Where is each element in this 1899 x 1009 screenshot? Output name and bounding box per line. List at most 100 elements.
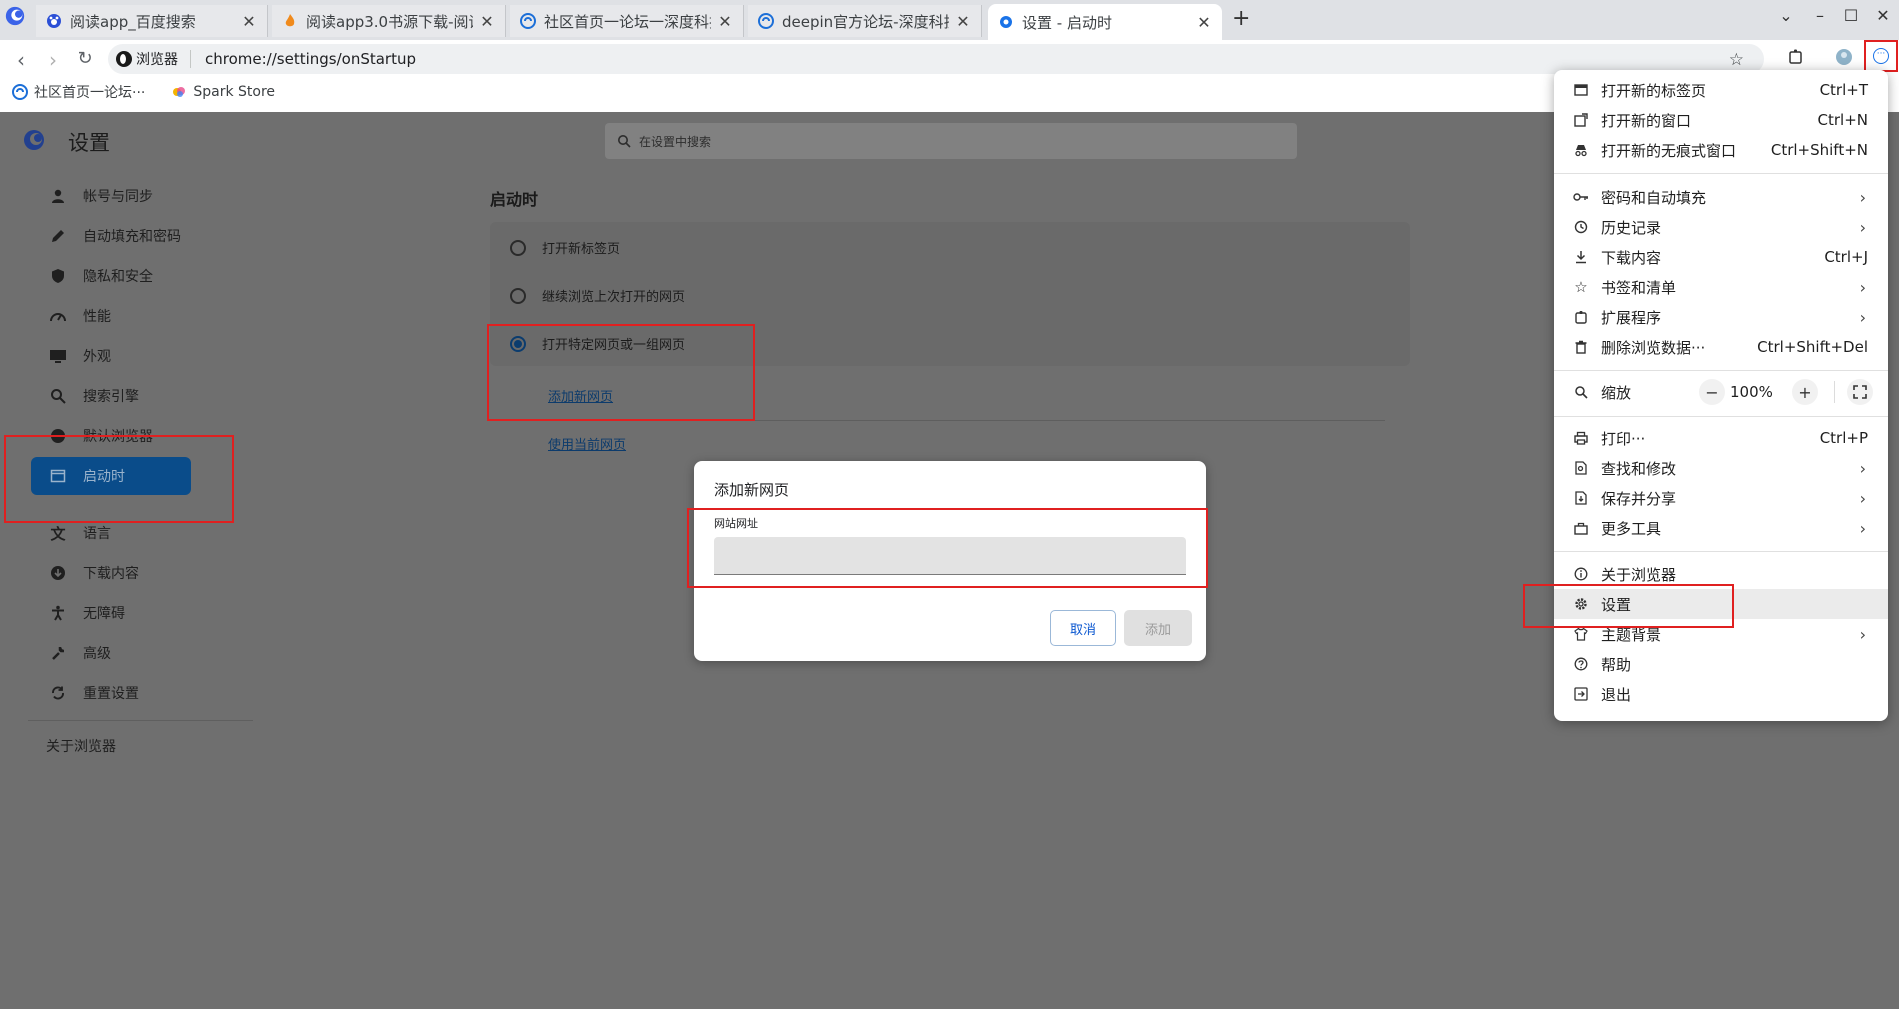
cancel-button[interactable]: 取消 [1050, 610, 1116, 646]
menu-shortcut: Ctrl+J [1824, 248, 1868, 266]
zoom-out-button[interactable]: − [1699, 379, 1725, 405]
menu-item-exit[interactable]: 退出 [1554, 679, 1888, 709]
key-icon [1573, 189, 1589, 205]
menu-item-clear-data[interactable]: 删除浏览数据··· Ctrl+Shift+Del [1554, 332, 1888, 362]
search-icon [48, 386, 68, 406]
menu-item-more-tools[interactable]: 更多工具 › [1554, 513, 1888, 543]
menu-item-passwords[interactable]: 密码和自动填充 › [1554, 182, 1888, 212]
menu-item-zoom: 缩放 − 100% + [1554, 377, 1888, 407]
menu-item-save-share[interactable]: 保存并分享 › [1554, 483, 1888, 513]
startup-option-new-tab[interactable]: 打开新标签页 [510, 238, 620, 257]
zoom-divider [1834, 381, 1835, 403]
menu-item-label: 缩放 [1601, 383, 1632, 402]
sidebar-item-performance[interactable]: 性能 [31, 297, 191, 335]
tab-deepin-forum[interactable]: deepin官方论坛-深度科技 ✕ [748, 5, 982, 37]
browser-menu-button[interactable]: ··· [1864, 40, 1898, 72]
tab-list-chevron-icon[interactable]: ⌄ [1774, 6, 1798, 25]
bookmarks-bar: 社区首页一论坛··· Spark Store [0, 78, 289, 106]
bookmark-deepin-community[interactable]: 社区首页一论坛··· [12, 82, 145, 102]
sidebar-item-accessibility[interactable]: 无障碍 [31, 594, 191, 632]
tab-label: 阅读app3.0书源下载-阅读 [306, 12, 473, 31]
menu-item-new-tab[interactable]: 打开新的标签页 Ctrl+T [1554, 75, 1888, 105]
url-text[interactable]: chrome://settings/onStartup [205, 50, 416, 68]
search-placeholder: 在设置中搜索 [639, 134, 712, 149]
menu-item-extensions[interactable]: 扩展程序 › [1554, 302, 1888, 332]
shield-icon [48, 266, 68, 286]
find-icon [1573, 460, 1589, 476]
sidebar-item-downloads[interactable]: 下载内容 [31, 554, 191, 592]
menu-item-history[interactable]: 历史记录 › [1554, 212, 1888, 242]
bookmark-star-icon[interactable]: ☆ [1729, 50, 1744, 70]
sidebar-item-advanced[interactable]: 高级 [31, 634, 191, 672]
menu-item-print[interactable]: 打印··· Ctrl+P [1554, 423, 1888, 453]
sidebar-item-appearance[interactable]: 外观 [31, 337, 191, 375]
radio-button[interactable] [510, 239, 526, 256]
menu-item-label: 打开新的无痕式窗口 [1601, 141, 1737, 160]
zoom-in-button[interactable]: + [1792, 379, 1818, 405]
menu-item-help[interactable]: 帮助 [1554, 649, 1888, 679]
menu-item-label: 保存并分享 [1601, 489, 1677, 508]
star-icon: ☆ [1574, 278, 1588, 296]
menu-item-label: 密码和自动填充 [1601, 188, 1707, 207]
sidebar-item-account[interactable]: 帐号与同步 [31, 177, 191, 215]
forward-icon[interactable]: › [40, 48, 66, 72]
help-icon [1573, 656, 1589, 672]
more-options-icon: ··· [1873, 48, 1889, 64]
chevron-right-icon: › [1859, 488, 1866, 508]
site-chip[interactable]: 浏览器 [116, 49, 178, 69]
zoom-icon [1573, 384, 1589, 400]
menu-item-new-window[interactable]: 打开新的窗口 Ctrl+N [1554, 105, 1888, 135]
bookmark-spark-store[interactable]: Spark Store [171, 84, 275, 100]
close-tab-icon[interactable]: ✕ [241, 12, 257, 31]
radio-button[interactable] [510, 287, 526, 304]
pen-icon [48, 226, 68, 246]
menu-item-find-edit[interactable]: 查找和修改 › [1554, 453, 1888, 483]
close-window-icon[interactable]: ✕ [1871, 6, 1895, 25]
maximize-icon[interactable]: ☐ [1839, 6, 1863, 25]
sidebar-about-link[interactable]: 关于浏览器 [46, 736, 116, 756]
sidebar-item-label: 高级 [83, 646, 111, 662]
sidebar-item-privacy[interactable]: 隐私和安全 [31, 257, 191, 295]
sidebar-item-reset[interactable]: 重置设置 [31, 674, 191, 712]
menu-item-label: 打开新的标签页 [1601, 81, 1707, 100]
close-tab-icon[interactable]: ✕ [955, 12, 971, 31]
close-tab-icon[interactable]: ✕ [479, 12, 495, 31]
omnibox-divider [190, 50, 191, 68]
back-icon[interactable]: ‹ [8, 48, 34, 72]
bookmark-label: Spark Store [193, 84, 276, 100]
sidebar-item-autofill[interactable]: 自动填充和密码 [31, 217, 191, 255]
menu-item-bookmarks[interactable]: ☆ 书签和清单 › [1554, 272, 1888, 302]
close-tab-icon[interactable]: ✕ [1196, 13, 1212, 32]
print-icon [1573, 430, 1589, 446]
startup-option-continue[interactable]: 继续浏览上次打开的网页 [510, 286, 685, 305]
highlight-box-url-field [687, 508, 1208, 588]
use-current-pages-link[interactable]: 使用当前网页 [548, 434, 626, 453]
flame-icon [282, 13, 298, 29]
profile-avatar-icon[interactable] [1834, 48, 1854, 68]
tab-label: deepin官方论坛-深度科技 [782, 12, 949, 31]
tab-strip: 阅读app_百度搜索 ✕ 阅读app3.0书源下载-阅读 ✕ 社区首页一论坛一深… [0, 0, 1899, 40]
info-icon [1573, 566, 1589, 582]
menu-item-incognito[interactable]: 打开新的无痕式窗口 Ctrl+Shift+N [1554, 135, 1888, 165]
tab-settings-startup[interactable]: 设置 - 启动时 ✕ [988, 4, 1222, 40]
address-bar[interactable]: 浏览器 chrome://settings/onStartup ☆ [108, 44, 1764, 74]
sidebar-item-search-engine[interactable]: 搜索引擎 [31, 377, 191, 415]
wrench-icon [48, 643, 68, 663]
settings-search-input[interactable]: 在设置中搜索 [605, 123, 1297, 159]
tab-deepin-community[interactable]: 社区首页一论坛一深度科技 ✕ [510, 5, 744, 37]
new-tab-icon [1573, 82, 1589, 98]
browser-logo-icon [5, 6, 25, 26]
menu-item-downloads[interactable]: 下载内容 Ctrl+J [1554, 242, 1888, 272]
tab-baidu-search[interactable]: 阅读app_百度搜索 ✕ [36, 5, 268, 37]
chevron-right-icon: › [1859, 624, 1866, 644]
new-tab-plus-icon[interactable]: + [1232, 6, 1250, 31]
reload-icon[interactable]: ↻ [72, 48, 98, 69]
close-tab-icon[interactable]: ✕ [717, 12, 733, 31]
minimize-icon[interactable]: – [1808, 6, 1832, 25]
fullscreen-icon[interactable] [1847, 379, 1873, 405]
tab-reader-source[interactable]: 阅读app3.0书源下载-阅读 ✕ [272, 5, 506, 37]
extensions-puzzle-icon[interactable] [1786, 48, 1806, 68]
add-button[interactable]: 添加 [1124, 610, 1192, 646]
toolbox-icon [1573, 520, 1589, 536]
sidebar-item-label: 搜索引擎 [83, 389, 139, 405]
